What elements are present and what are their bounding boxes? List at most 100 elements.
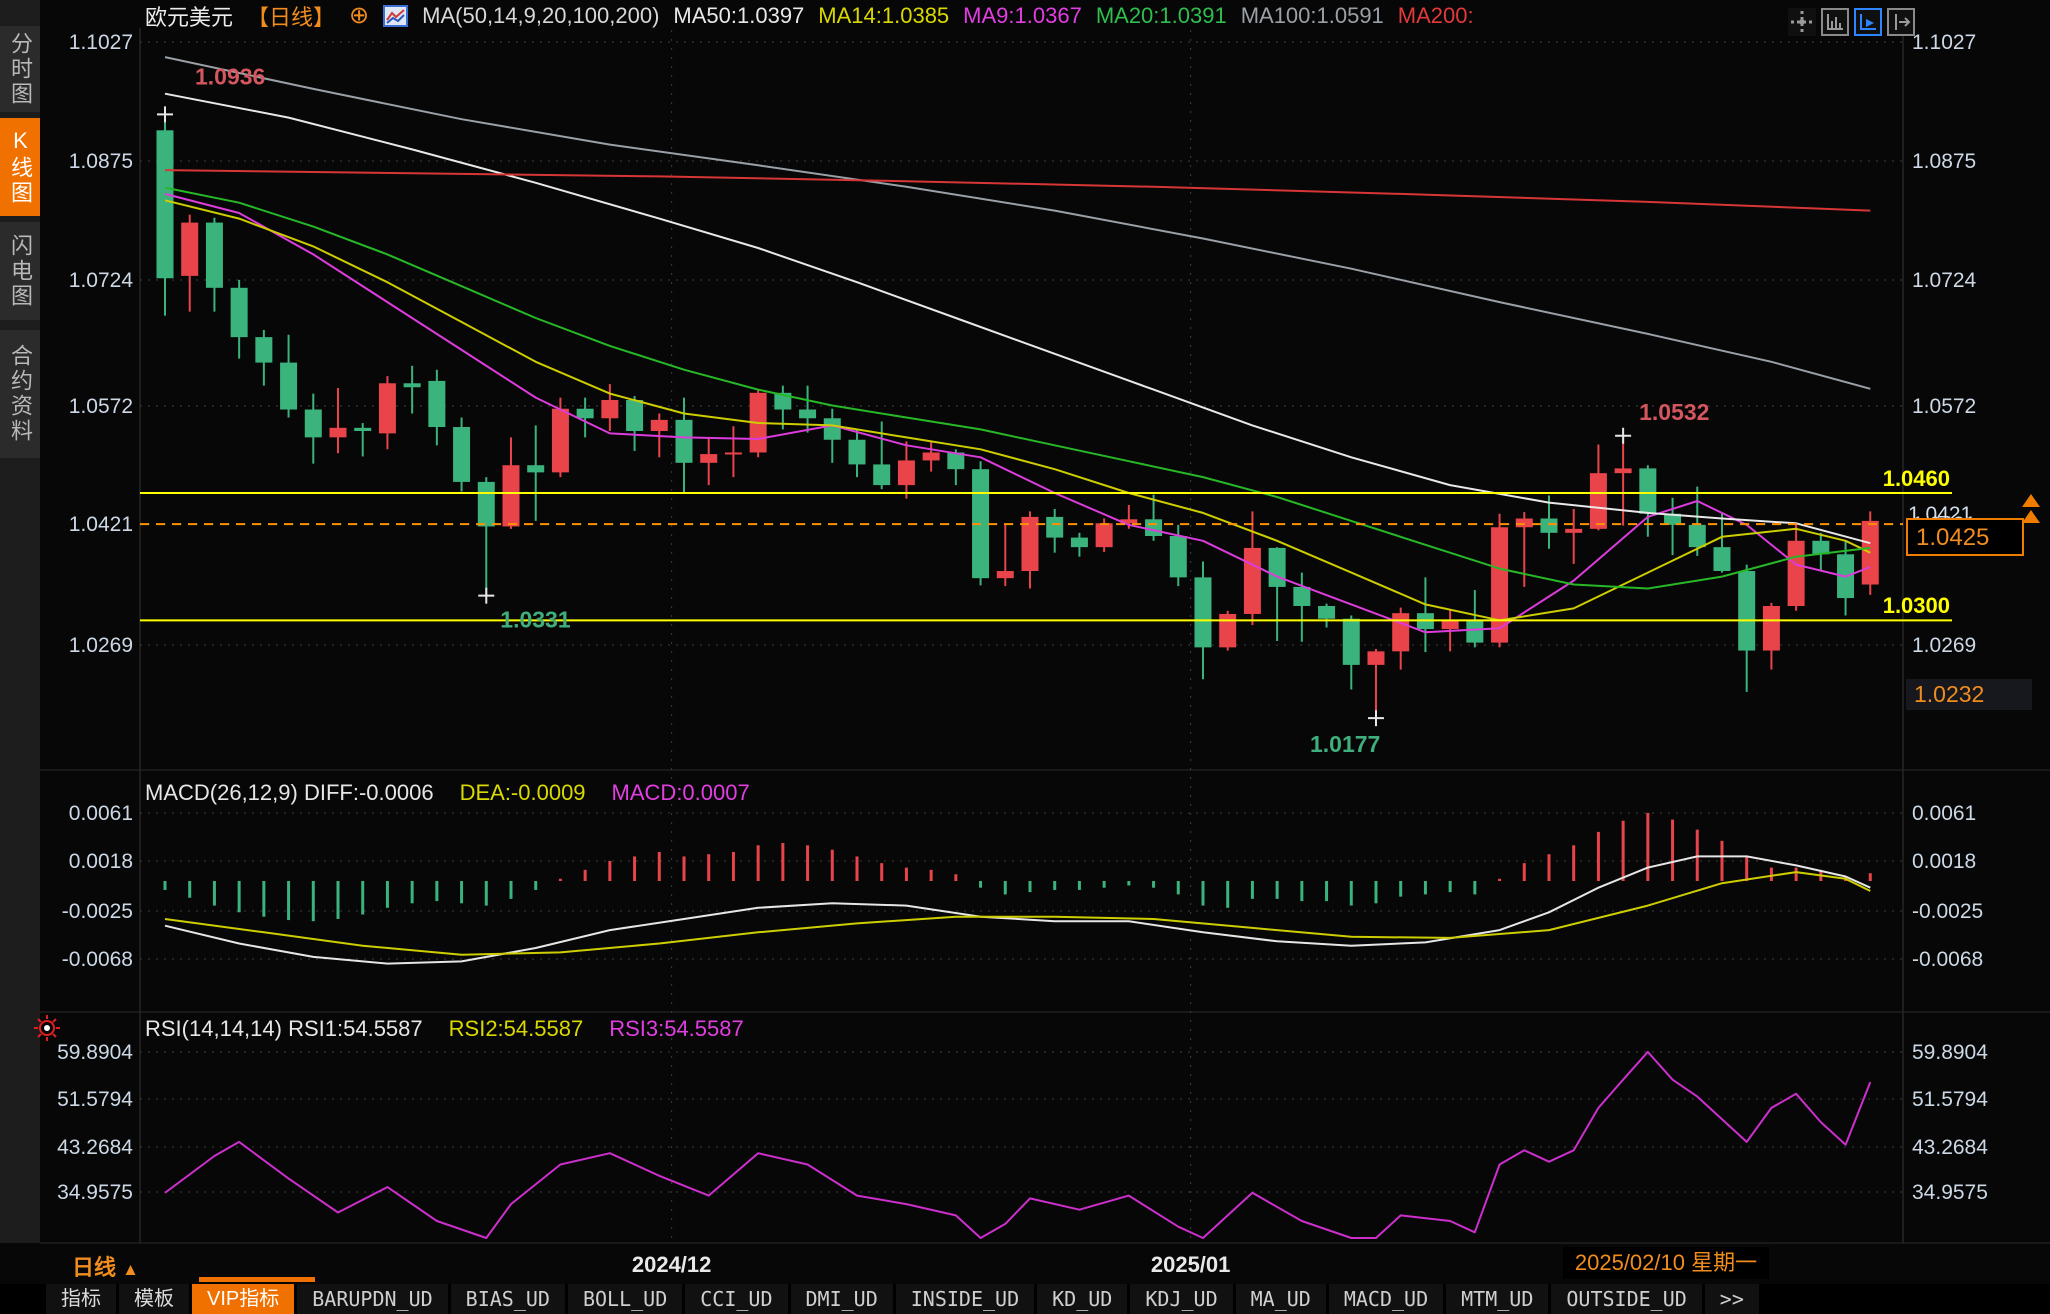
candle[interactable] (700, 454, 717, 463)
candle[interactable] (1565, 529, 1582, 533)
candle[interactable] (1763, 606, 1780, 651)
candle[interactable] (181, 223, 198, 276)
candle[interactable] (379, 383, 396, 433)
toolbar-tab-boll_ud[interactable]: BOLL_UD (568, 1284, 682, 1314)
sidebar-item-contract-info[interactable]: 合约资料 (0, 330, 40, 458)
candle[interactable] (478, 482, 495, 527)
candle[interactable] (404, 383, 421, 387)
toolbar-tab-kdj_ud[interactable]: KDJ_UD (1130, 1284, 1232, 1314)
toolbar-tab-cci_ud[interactable]: CCI_UD (685, 1284, 787, 1314)
ma-settings-label[interactable]: MA(50,14,9,20,100,200) (422, 3, 659, 29)
period-selector[interactable]: 日线 ▲ (72, 1250, 139, 1282)
candle[interactable] (1096, 523, 1113, 547)
candle[interactable] (1170, 536, 1187, 577)
sidebar-item-kline[interactable]: K线图 (0, 118, 40, 216)
toolbar-tab-dmi_ud[interactable]: DMI_UD (791, 1284, 893, 1314)
candle[interactable] (1219, 614, 1236, 647)
candle[interactable] (354, 428, 371, 431)
candle[interactable] (1738, 571, 1755, 651)
candle[interactable] (1713, 547, 1730, 571)
sidebar-item-lightning[interactable]: 闪电图 (0, 222, 40, 320)
sidebar-item-label: 闪电图 (4, 234, 36, 309)
candle[interactable] (1615, 468, 1632, 473)
period-label: 日线 (72, 1255, 116, 1280)
toolbar-tab-barupdn_ud[interactable]: BARUPDN_UD (297, 1284, 447, 1314)
candle[interactable] (1318, 606, 1335, 619)
candle[interactable] (1269, 548, 1286, 587)
crosshair-tool-icon[interactable] (1788, 8, 1816, 36)
candle[interactable] (1442, 620, 1459, 629)
candle[interactable] (626, 400, 643, 431)
candle[interactable] (255, 337, 272, 362)
candle[interactable] (157, 130, 174, 278)
chart-toolbar-icons (1788, 8, 1915, 36)
add-indicator-icon[interactable]: ⊕ (349, 6, 369, 26)
toolbar-tab-bias_ud[interactable]: BIAS_UD (451, 1284, 565, 1314)
rsi-title[interactable]: RSI(14,14,14) RSI1:54.5587 (145, 1016, 423, 1042)
candle[interactable] (1466, 620, 1483, 642)
toolbar-tab-ma_ud[interactable]: MA_UD (1236, 1284, 1326, 1314)
toolbar-tab-vip指标[interactable]: VIP指标 (192, 1284, 294, 1314)
candle[interactable] (848, 440, 865, 465)
scrollbar-thumb[interactable] (199, 1277, 315, 1282)
candle[interactable] (453, 427, 470, 482)
macd-dea-value: DEA:-0.0009 (460, 780, 586, 806)
candle[interactable] (997, 571, 1014, 578)
ma9-line (165, 194, 1870, 632)
candle[interactable] (725, 452, 742, 454)
toolbar-tab->>[interactable]: >> (1705, 1284, 1759, 1314)
candle[interactable] (527, 465, 544, 472)
symbol-title: 欧元美元 (145, 0, 233, 32)
mini-chart-icon[interactable] (383, 5, 408, 27)
candle[interactable] (552, 409, 569, 473)
candle[interactable] (824, 418, 841, 439)
candle[interactable] (898, 460, 915, 485)
alert-icon[interactable] (33, 1014, 61, 1042)
toolbar-tab-指标[interactable]: 指标 (46, 1284, 116, 1314)
candle[interactable] (1293, 587, 1310, 606)
candle[interactable] (1639, 468, 1656, 513)
candle[interactable] (799, 410, 816, 419)
candle[interactable] (1689, 525, 1706, 547)
candle[interactable] (1367, 651, 1384, 665)
sidebar-item-timeshare[interactable]: 分时图 (0, 26, 40, 112)
candle[interactable] (1540, 519, 1557, 533)
candle[interactable] (577, 409, 594, 419)
toolbar-tab-macd_ud[interactable]: MACD_UD (1329, 1284, 1443, 1314)
auto-fit-icon[interactable] (1854, 8, 1882, 36)
period-tag[interactable]: 【日线】 (247, 0, 335, 32)
toolbar-tab-mtm_ud[interactable]: MTM_UD (1446, 1284, 1548, 1314)
candle[interactable] (329, 428, 346, 438)
candle[interactable] (1046, 517, 1063, 538)
macd-title[interactable]: MACD(26,12,9) DIFF:-0.0006 (145, 780, 434, 806)
candle[interactable] (923, 452, 940, 460)
candle[interactable] (873, 464, 890, 485)
candle[interactable] (1590, 473, 1607, 529)
hide-scale-icon[interactable] (1887, 8, 1915, 36)
macd-axis-tick-right: -0.0025 (1912, 900, 1983, 923)
candle[interactable] (206, 223, 223, 288)
candle[interactable] (1194, 577, 1211, 647)
ma14-value: MA14:1.0385 (818, 3, 949, 29)
candle[interactable] (1244, 548, 1261, 614)
toolbar-tab-outside_ud[interactable]: OUTSIDE_UD (1551, 1284, 1701, 1314)
candle[interactable] (651, 420, 668, 431)
price-up-arrow-icon (2022, 510, 2040, 523)
candle[interactable] (428, 381, 445, 427)
chart-canvas[interactable]: 1.10271.10271.08751.08751.07241.07241.05… (0, 0, 2050, 1284)
candle[interactable] (305, 410, 322, 438)
candle[interactable] (280, 363, 297, 410)
axis-scale-icon[interactable] (1821, 8, 1849, 36)
toolbar-tab-inside_ud[interactable]: INSIDE_UD (896, 1284, 1034, 1314)
toolbar-tab-kd_ud[interactable]: KD_UD (1037, 1284, 1127, 1314)
candle[interactable] (1145, 519, 1162, 536)
candle[interactable] (1392, 613, 1409, 651)
candle[interactable] (601, 400, 618, 418)
candle[interactable] (1071, 538, 1088, 548)
candle[interactable] (1343, 619, 1360, 665)
candle[interactable] (675, 420, 692, 463)
candle[interactable] (502, 465, 519, 526)
toolbar-tab-模板[interactable]: 模板 (119, 1284, 189, 1314)
candle[interactable] (231, 288, 248, 337)
candle[interactable] (1516, 519, 1533, 528)
